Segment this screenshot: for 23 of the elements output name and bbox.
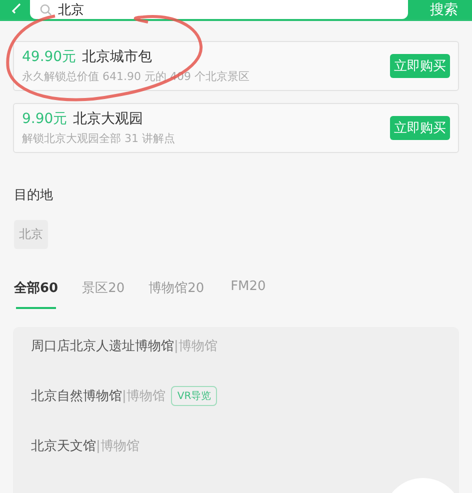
- result-item[interactable]: 北京自然博物馆|博物馆: [31, 387, 166, 405]
- vr-tag: VR导览: [171, 386, 218, 406]
- package-title: 北京城市包: [82, 48, 152, 66]
- back-icon[interactable]: [10, 2, 22, 16]
- section-heading: 目的地: [13, 187, 54, 204]
- buy-button[interactable]: 立即购买: [390, 54, 450, 78]
- buy-button[interactable]: 立即购买: [390, 116, 450, 140]
- search-icon: [40, 4, 52, 16]
- destination-chip[interactable]: 北京: [14, 220, 48, 249]
- result-item[interactable]: 周口店北京人遗址博物馆|博物馆: [31, 337, 218, 355]
- package-price: 49.90元: [22, 48, 76, 66]
- search-field[interactable]: 北京: [30, 0, 408, 19]
- search-query: 北京: [58, 2, 84, 18]
- search-button[interactable]: 搜索: [416, 0, 472, 19]
- filter-tab[interactable]: 博物馆20: [148, 279, 204, 297]
- filter-tab[interactable]: 景区20: [82, 279, 125, 297]
- result-item[interactable]: 北京天文馆|博物馆: [31, 437, 140, 455]
- tab-underline: [16, 307, 56, 309]
- package-description: 解锁北京大观园全部 31 讲解点: [22, 131, 175, 146]
- package-title: 北京大观园: [73, 110, 144, 128]
- filter-tab[interactable]: FM20: [230, 279, 266, 294]
- package-price: 9.90元: [22, 110, 68, 128]
- filter-tab[interactable]: 全部60: [14, 279, 58, 297]
